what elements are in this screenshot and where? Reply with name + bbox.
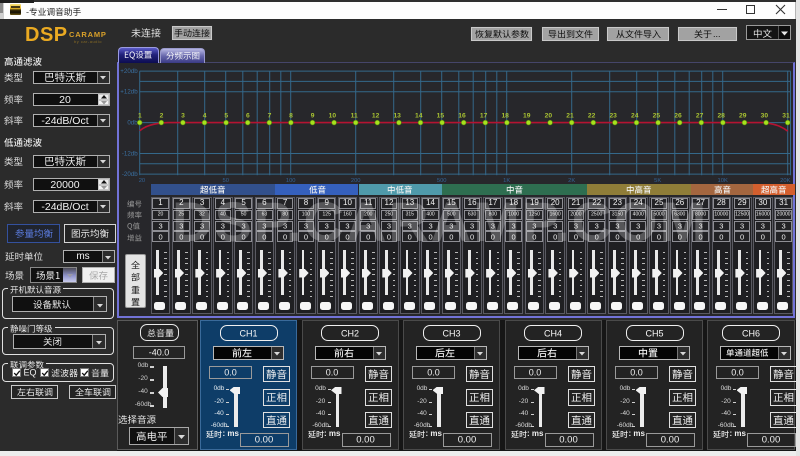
svg-text:12: 12: [372, 113, 380, 120]
svg-text:31: 31: [782, 113, 790, 120]
svg-text:17: 17: [480, 113, 488, 120]
svg-text:18: 18: [501, 113, 509, 120]
svg-text:0db: 0db: [127, 120, 138, 127]
svg-text:22: 22: [588, 113, 596, 120]
svg-text:4: 4: [203, 113, 207, 120]
svg-text:15: 15: [437, 113, 445, 120]
svg-text:20: 20: [139, 178, 145, 184]
svg-text:5: 5: [224, 113, 228, 120]
svg-text:11: 11: [351, 113, 358, 120]
svg-text:9: 9: [311, 113, 315, 120]
svg-text:20: 20: [545, 113, 553, 120]
svg-text:+20db: +20db: [120, 68, 138, 75]
svg-text:24: 24: [631, 113, 639, 120]
svg-text:30: 30: [761, 113, 769, 120]
svg-text:-20db: -20db: [122, 171, 138, 178]
svg-text:-12db: -12db: [122, 151, 138, 158]
svg-text:25: 25: [653, 113, 661, 120]
svg-text:23: 23: [609, 113, 617, 120]
svg-text:2: 2: [160, 113, 164, 120]
svg-text:8: 8: [289, 113, 293, 120]
svg-text:3: 3: [181, 113, 185, 120]
svg-text:16: 16: [458, 113, 466, 120]
svg-text:27: 27: [696, 113, 704, 120]
svg-text:19: 19: [523, 113, 531, 120]
svg-text:6: 6: [246, 113, 250, 120]
svg-text:13: 13: [393, 113, 401, 120]
svg-text:26: 26: [674, 113, 682, 120]
svg-text:7: 7: [268, 113, 272, 120]
svg-text:10: 10: [329, 113, 337, 120]
svg-text:14: 14: [415, 113, 423, 120]
svg-text:29: 29: [739, 113, 747, 120]
svg-text:1: 1: [138, 113, 142, 120]
svg-text:+12db: +12db: [120, 89, 138, 96]
svg-text:21: 21: [566, 113, 574, 120]
svg-text:28: 28: [717, 113, 725, 120]
